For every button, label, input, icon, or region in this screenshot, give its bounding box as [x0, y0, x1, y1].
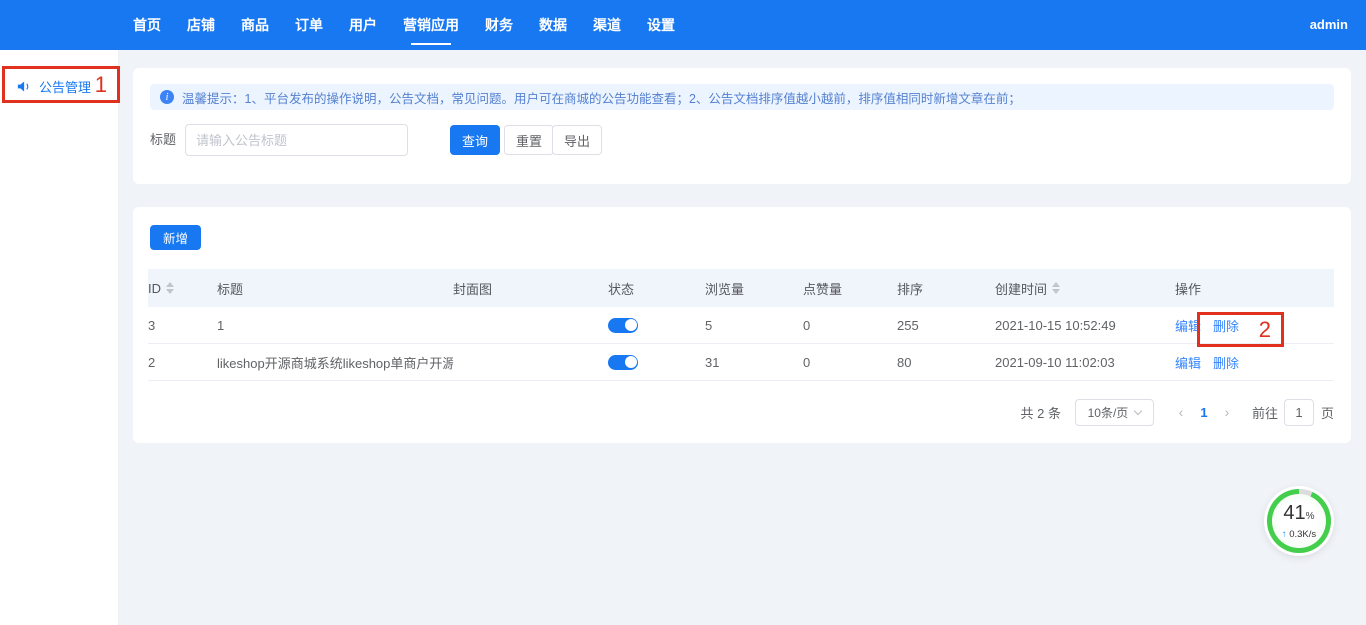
goto-page-input[interactable]: [1284, 399, 1314, 426]
cell-title: likeshop开源商城系统likeshop单商户开源商城系统: [217, 353, 453, 372]
table-header-row: ID 标题 封面图 状态 浏览量 点赞量 排序 创建时间 操作: [148, 269, 1334, 307]
status-toggle[interactable]: [608, 355, 638, 370]
col-status: 状态: [608, 279, 705, 298]
cell-created: 2021-09-10 11:02:03: [995, 355, 1175, 370]
title-field-label: 标题: [150, 124, 176, 156]
nav-item-marketing[interactable]: 营销应用: [403, 0, 459, 50]
pagination: 共 2 条 10条/页 ‹ 1 › 前往 页: [1021, 398, 1335, 426]
cell-sort: 255: [897, 318, 995, 333]
nav-item-finance[interactable]: 财务: [485, 0, 513, 50]
nav-item-settings[interactable]: 设置: [647, 0, 675, 50]
col-title: 标题: [217, 279, 453, 298]
cell-likes: 0: [803, 355, 897, 370]
annotation-box-2: 2: [1197, 312, 1284, 347]
cell-id: 3: [148, 318, 217, 333]
annotation-label-2: 2: [1259, 319, 1271, 341]
top-navbar: 首页 店铺 商品 订单 用户 营销应用 财务 数据 渠道 设置 admin: [0, 0, 1366, 50]
nav-item-shop[interactable]: 店铺: [187, 0, 215, 50]
tip-text: 温馨提示：1、平台发布的操作说明，公告文档，常见问题。用户可在商城的公告功能查看…: [182, 88, 1021, 107]
edit-link[interactable]: 编辑: [1175, 353, 1201, 372]
cell-views: 31: [705, 355, 803, 370]
prev-page-button[interactable]: ‹: [1170, 404, 1192, 420]
table-row: 2 likeshop开源商城系统likeshop单商户开源商城系统 31 0 8…: [148, 344, 1334, 381]
main-menu: 首页 店铺 商品 订单 用户 营销应用 财务 数据 渠道 设置: [133, 0, 675, 50]
annotation-label-1: 1: [95, 74, 107, 96]
next-page-button[interactable]: ›: [1216, 404, 1238, 420]
up-arrow-icon: ↑: [1282, 529, 1287, 540]
current-user[interactable]: admin: [1310, 0, 1348, 50]
col-created[interactable]: 创建时间: [995, 279, 1175, 298]
col-id[interactable]: ID: [148, 281, 217, 296]
col-likes: 点赞量: [803, 279, 897, 298]
goto-label: 前往: [1252, 403, 1278, 422]
title-search-input[interactable]: [185, 124, 408, 156]
info-icon: i: [160, 90, 174, 104]
nav-item-data[interactable]: 数据: [539, 0, 567, 50]
gauge-inner: 41% ↑ 0.3K/s: [1272, 494, 1326, 548]
delete-link[interactable]: 删除: [1213, 353, 1239, 372]
cell-title: 1: [217, 318, 453, 333]
sidebar: 公告管理: [0, 50, 119, 625]
gauge-rate: ↑ 0.3K/s: [1282, 529, 1316, 540]
col-actions: 操作: [1175, 279, 1334, 298]
status-toggle[interactable]: [608, 318, 638, 333]
announcement-table: ID 标题 封面图 状态 浏览量 点赞量 排序 创建时间 操作 3 1 5 0 …: [148, 269, 1334, 381]
cell-id: 2: [148, 355, 217, 370]
cell-created: 2021-10-15 10:52:49: [995, 318, 1175, 333]
col-views: 浏览量: [705, 279, 803, 298]
export-button[interactable]: 导出: [552, 125, 602, 155]
total-count: 共 2 条: [1021, 403, 1061, 422]
table-row: 3 1 5 0 255 2021-10-15 10:52:49 编辑 删除: [148, 307, 1334, 344]
nav-item-users[interactable]: 用户: [349, 0, 377, 50]
reset-button[interactable]: 重置: [504, 125, 554, 155]
sort-icon[interactable]: [166, 282, 174, 294]
annotation-box-1: 1: [2, 66, 120, 103]
search-card: i 温馨提示：1、平台发布的操作说明，公告文档，常见问题。用户可在商城的公告功能…: [133, 68, 1351, 184]
col-cover: 封面图: [453, 279, 608, 298]
page-size-select[interactable]: 10条/页: [1075, 399, 1154, 426]
gauge-percent: 41%: [1283, 503, 1314, 527]
tip-alert: i 温馨提示：1、平台发布的操作说明，公告文档，常见问题。用户可在商城的公告功能…: [150, 84, 1334, 110]
page-number-current[interactable]: 1: [1192, 405, 1216, 420]
sort-icon[interactable]: [1052, 282, 1060, 294]
goto-unit-label: 页: [1321, 403, 1334, 422]
query-button[interactable]: 查询: [450, 125, 500, 155]
nav-item-goods[interactable]: 商品: [241, 0, 269, 50]
table-card: 新增 ID 标题 封面图 状态 浏览量 点赞量 排序 创建时间 操作 3 1 5: [133, 207, 1351, 443]
nav-item-orders[interactable]: 订单: [295, 0, 323, 50]
chevron-down-icon: [1134, 406, 1142, 414]
col-sort: 排序: [897, 279, 995, 298]
nav-item-home[interactable]: 首页: [133, 0, 161, 50]
network-speed-gauge[interactable]: 41% ↑ 0.3K/s: [1267, 489, 1331, 553]
cell-likes: 0: [803, 318, 897, 333]
add-button[interactable]: 新增: [150, 225, 201, 250]
cell-views: 5: [705, 318, 803, 333]
cell-sort: 80: [897, 355, 995, 370]
nav-item-channel[interactable]: 渠道: [593, 0, 621, 50]
search-form: 标题 查询 重置 导出: [150, 124, 1334, 156]
